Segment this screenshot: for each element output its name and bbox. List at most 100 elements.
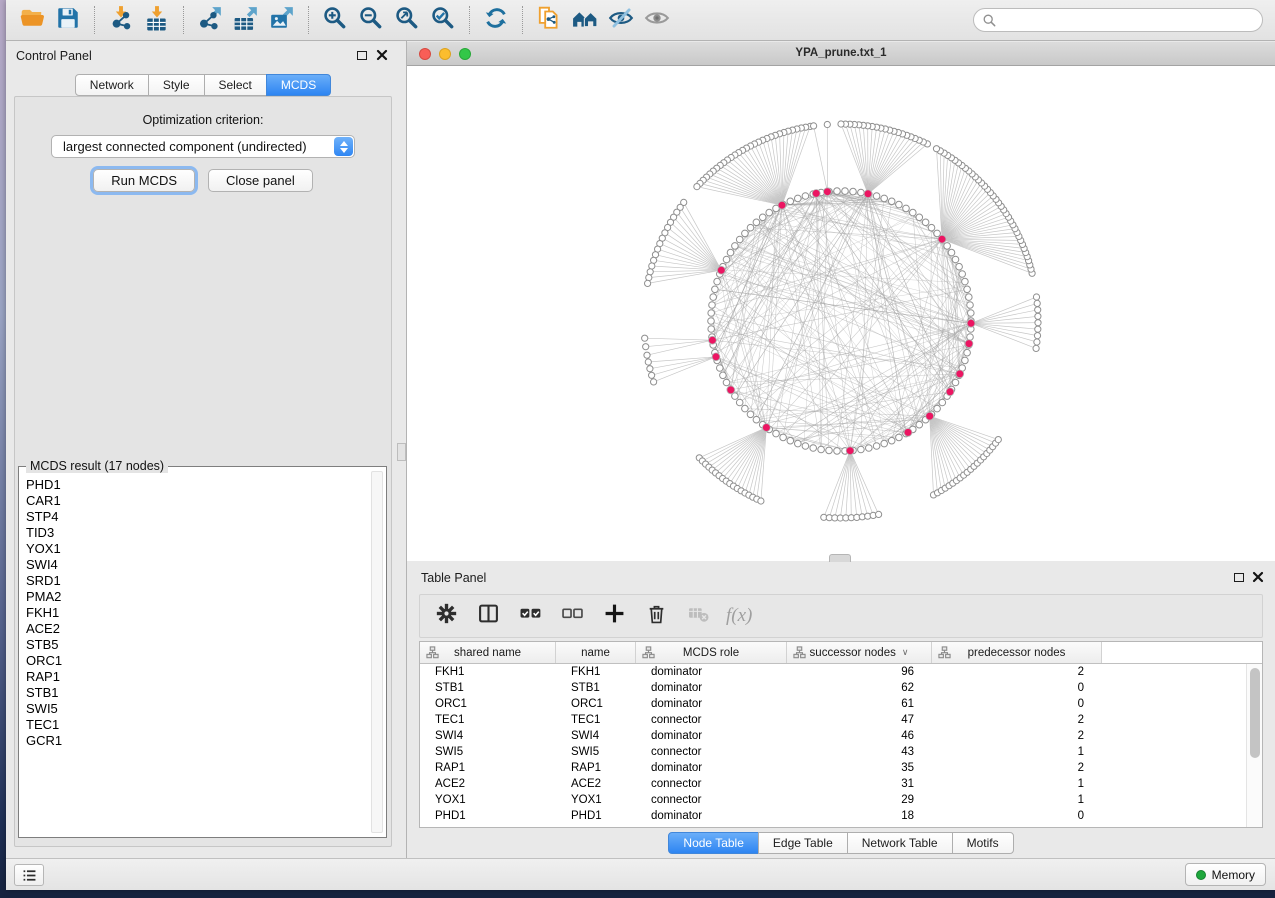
mcds-result-item[interactable]: YOX1 [21,541,368,557]
cell-shared-name: SWI5 [420,744,556,760]
close-panel-icon[interactable] [376,48,388,60]
column-header-shared-name[interactable]: shared name [420,642,556,663]
table-row[interactable]: FKH1FKH1dominator962 [420,664,1246,680]
table-scrollbar[interactable] [1246,664,1262,827]
table-tab-node-table[interactable]: Node Table [668,832,759,854]
table-scrollbar-thumb[interactable] [1250,668,1260,758]
run-mcds-button[interactable]: Run MCDS [93,169,195,192]
mcds-result-item[interactable]: PHD1 [21,477,368,493]
cell-predecessor-nodes: 1 [932,776,1102,792]
tab-style[interactable]: Style [148,74,205,96]
delete-table-button[interactable] [684,602,712,630]
mcds-result-item[interactable]: GCR1 [21,733,368,749]
table-row[interactable]: RAP1RAP1dominator352 [420,760,1246,776]
delete-row-button[interactable] [642,602,670,630]
mcds-result-item[interactable]: FKH1 [21,605,368,621]
network-canvas[interactable] [407,66,1275,561]
close-panel-button[interactable]: Close panel [208,169,313,192]
memory-button[interactable]: Memory [1185,863,1266,886]
mcds-result-item[interactable]: STB5 [21,637,368,653]
panel-selector-button[interactable] [14,864,44,886]
select-all-button[interactable] [516,602,544,630]
mcds-result-item[interactable]: TID3 [21,525,368,541]
cell-predecessor-nodes: 1 [932,792,1102,808]
horizontal-splitter-handle[interactable] [829,554,851,562]
network-graph[interactable] [407,66,1275,561]
criterion-select[interactable]: largest connected component (undirected) [51,135,355,158]
table-row[interactable]: SWI5SWI5connector431 [420,744,1246,760]
table-row[interactable]: YOX1YOX1connector291 [420,792,1246,808]
splitter-handle[interactable] [397,443,406,461]
column-header-MCDS-role[interactable]: MCDS role [636,642,787,663]
zoom-in-button[interactable] [317,4,353,36]
mcds-result-item[interactable]: ORC1 [21,653,368,669]
cell-MCDS-role: connector [636,792,787,808]
column-header-predecessor-nodes[interactable]: predecessor nodes [932,642,1102,663]
mcds-result-item[interactable]: ACE2 [21,621,368,637]
tab-select[interactable]: Select [204,74,267,96]
search-box[interactable] [973,8,1263,32]
mcds-result-item[interactable]: RAP1 [21,669,368,685]
mcds-result-item[interactable]: SRD1 [21,573,368,589]
table-header-row: shared namenameMCDS rolesuccessor nodes∨… [420,642,1262,664]
column-header-filler [1102,642,1262,663]
cell-predecessor-nodes: 2 [932,728,1102,744]
control-panel-tabs: NetworkStyleSelectMCDS [6,74,400,96]
mcds-result-item[interactable]: SWI4 [21,557,368,573]
column-header-successor-nodes[interactable]: successor nodes∨ [787,642,932,663]
zoom-in-icon [322,5,348,36]
table-row[interactable]: SWI4SWI4dominator462 [420,728,1246,744]
function-builder-button[interactable]: f(x) [726,605,752,627]
add-row-button[interactable] [600,602,628,630]
zoom-fit-button[interactable] [389,4,425,36]
table-tab-edge-table[interactable]: Edge Table [758,832,848,854]
settings-button[interactable] [432,602,460,630]
mcds-result-item[interactable]: PMA2 [21,589,368,605]
zoom-selected-button[interactable] [425,4,461,36]
cell-name: ACE2 [556,776,636,792]
column-header-name[interactable]: name [556,642,636,663]
export-network-icon [197,5,223,36]
tab-mcds[interactable]: MCDS [266,74,331,96]
tab-network[interactable]: Network [75,74,149,96]
float-table-panel-icon[interactable] [1234,573,1244,582]
deselect-all-button[interactable] [558,602,586,630]
control-panel-header: Control Panel [6,41,400,71]
table-row[interactable]: TEC1TEC1connector472 [420,712,1246,728]
open-session-button[interactable] [14,4,50,36]
mcds-result-item[interactable]: STB1 [21,685,368,701]
columns-button[interactable] [474,602,502,630]
mcds-result-item[interactable]: CAR1 [21,493,368,509]
table-tab-network-table[interactable]: Network Table [847,832,953,854]
deselect-all-icon [562,603,583,629]
add-row-icon [604,603,625,629]
mcds-result-item[interactable]: STP4 [21,509,368,525]
table-row[interactable]: PHD1PHD1dominator180 [420,808,1246,824]
import-network-button[interactable] [103,4,139,36]
toolbar-separator [308,6,309,34]
table-tab-motifs[interactable]: Motifs [952,832,1014,854]
select-all-icon [520,603,541,629]
float-panel-icon[interactable] [357,51,367,60]
show-all-button[interactable] [639,4,675,36]
export-network-button[interactable] [192,4,228,36]
zoom-out-button[interactable] [353,4,389,36]
table-row[interactable]: ORC1ORC1dominator610 [420,696,1246,712]
table-row[interactable]: STB1STB1dominator620 [420,680,1246,696]
import-table-button[interactable] [139,4,175,36]
cell-MCDS-role: dominator [636,728,787,744]
app-window: Control Panel NetworkStyleSelectMCDS Opt… [6,0,1275,890]
save-session-button[interactable] [50,4,86,36]
mcds-result-item[interactable]: SWI5 [21,701,368,717]
mcds-result-item[interactable]: TEC1 [21,717,368,733]
refresh-button[interactable] [478,4,514,36]
close-table-panel-icon[interactable] [1252,570,1264,582]
table-row[interactable]: ACE2ACE2connector311 [420,776,1246,792]
first-neighbors-button[interactable] [567,4,603,36]
search-input[interactable] [1001,13,1253,27]
hide-selected-button[interactable] [603,4,639,36]
mcds-list-scrollbar[interactable] [371,471,383,833]
export-image-button[interactable] [264,4,300,36]
export-table-button[interactable] [228,4,264,36]
clone-network-button[interactable] [531,4,567,36]
